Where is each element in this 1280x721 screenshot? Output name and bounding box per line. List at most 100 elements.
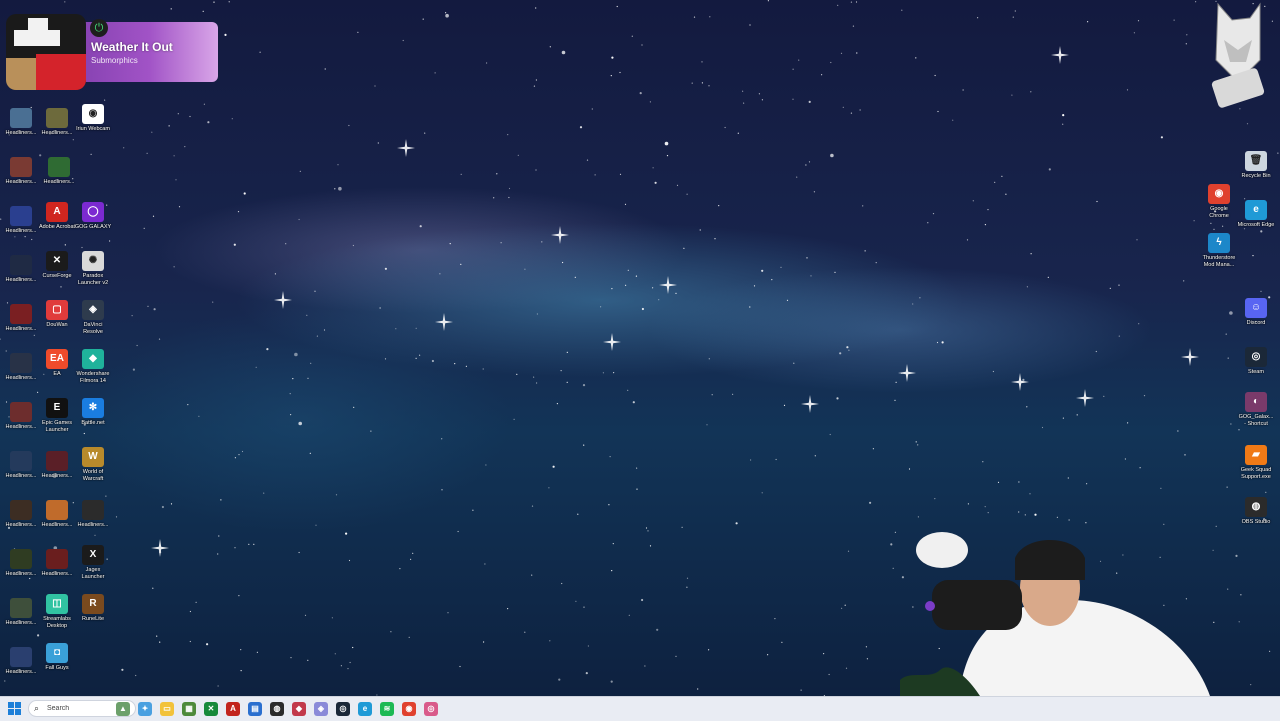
star (4, 680, 6, 682)
taskbar-spotify-icon[interactable]: ≋ (380, 702, 394, 716)
taskbar-widget-icon[interactable]: ▲ (116, 702, 130, 716)
desktop-icon-epic-games[interactable]: E Epic Games Launcher (38, 398, 76, 434)
desktop-icon-headliners-8[interactable]: Headliners... (2, 353, 40, 382)
taskbar-chrome-icon[interactable]: ◉ (402, 702, 416, 716)
desktop-icon-headliners-12[interactable]: Headliners... (2, 500, 40, 529)
desktop-icon-headliners-17[interactable]: Headliners... (2, 598, 40, 627)
desktop-icon-headliners-3[interactable]: Headliners... (2, 157, 40, 186)
star (217, 553, 219, 555)
star (753, 285, 756, 287)
search-input[interactable] (47, 702, 107, 715)
desktop-icon-label: World of Warcraft (82, 469, 104, 482)
desktop-icon-curseforge[interactable]: ✕ CurseForge (38, 251, 76, 280)
desktop-icon-headliners-4[interactable]: Headliners... (40, 157, 78, 186)
star (115, 516, 118, 518)
star (808, 100, 811, 103)
discord-icon: ☺ (1245, 298, 1267, 318)
taskbar-minecraft-icon[interactable]: ▦ (182, 702, 196, 716)
stream-logo-icon (1211, 2, 1265, 108)
star (146, 152, 148, 154)
star (709, 16, 711, 18)
star (1005, 193, 1007, 195)
desktop-icon-label: Iriun Webcam (76, 126, 110, 132)
star (814, 455, 816, 457)
star (549, 640, 551, 642)
desktop-icon-gog-galaxy-shortcut[interactable]: ◐ GOG_Galax... - Shortcut (1237, 392, 1275, 428)
desktop-icon-douwan[interactable]: ▢ DouWan (38, 300, 76, 329)
desktop-icon-headliners-6[interactable]: Headliners... (2, 255, 40, 284)
google-chrome-icon: ◉ (1208, 184, 1230, 204)
desktop-icon-steam[interactable]: ◎ Steam (1237, 347, 1275, 376)
star (309, 452, 311, 454)
desktop-icon-recycle-bin[interactable]: 🗑 Recycle Bin (1237, 151, 1275, 180)
star (579, 126, 583, 129)
taskbar-acrobat-icon[interactable]: A (226, 702, 240, 716)
desktop-icon-fall-guys[interactable]: ◘ Fall Guys (38, 643, 76, 672)
star (1173, 19, 1175, 21)
start-button[interactable] (8, 702, 22, 716)
star (735, 522, 738, 525)
star (686, 577, 689, 579)
desktop-icon-battle-net[interactable]: ✻ Battle.net (74, 398, 112, 427)
desktop-icon-thunderstore[interactable]: ϟ Thunderstore Mod Mana... (1200, 233, 1238, 269)
taskbar-file-explorer-icon[interactable]: ▭ (160, 702, 174, 716)
star (841, 607, 843, 609)
taskbar-edge-icon[interactable]: e (358, 702, 372, 716)
desktop-icon-headliners-2[interactable]: Headliners... (38, 108, 76, 137)
desktop-icon-runelite[interactable]: R RuneLite (74, 594, 112, 623)
star (934, 498, 936, 500)
headliners-15-icon (10, 549, 32, 569)
desktop-icon-headliners-16[interactable]: Headliners... (38, 549, 76, 578)
star (159, 641, 161, 643)
desktop-icon-google-chrome[interactable]: ◉ Google Chrome (1200, 184, 1238, 220)
desktop-icon-geek-squad[interactable]: ▰ Geek Squad Support.exe (1237, 445, 1275, 481)
star (357, 31, 359, 33)
taskbar-xbox-icon[interactable]: ✕ (204, 702, 218, 716)
star (1062, 417, 1064, 419)
star (379, 307, 381, 309)
taskbar-obs-icon[interactable]: ◍ (270, 702, 284, 716)
desktop-icon-label: Google Chrome (1209, 206, 1229, 219)
desktop-icon-label: Headliners... (5, 669, 37, 675)
desktop-icon-davinci-resolve[interactable]: ◈ DaVinci Resolve (74, 300, 112, 336)
desktop-icon-ea[interactable]: EA EA (38, 349, 76, 378)
star (652, 287, 654, 289)
star (808, 161, 811, 163)
desktop-icon-headliners-11[interactable]: Headliners... (38, 451, 76, 480)
desktop-icon-headliners-7[interactable]: Headliners... (2, 304, 40, 333)
desktop-icon-inlun-webcam[interactable]: ◉ Iriun Webcam (74, 104, 112, 133)
desktop-icon-adobe-acrobat[interactable]: A Adobe Acrobat (38, 202, 76, 231)
desktop-icon-headliners-14[interactable]: Headliners... (74, 500, 112, 529)
taskbar-app-blue-icon[interactable]: ▤ (248, 702, 262, 716)
desktop-icon-label: Headliners... (77, 522, 109, 528)
wondershare-filmora-icon: ◆ (82, 349, 104, 369)
desktop-icon-headliners-18[interactable]: Headliners... (2, 647, 40, 676)
power-icon[interactable]: ⏻ (90, 19, 108, 37)
star (419, 354, 421, 356)
taskbar-app-redblue-icon[interactable]: ◆ (292, 702, 306, 716)
taskbar-copilot-icon[interactable]: ✦ (138, 702, 152, 716)
star (750, 459, 752, 461)
desktop-icon-world-of-warcraft[interactable]: W World of Warcraft (74, 447, 112, 483)
desktop-icon-headliners-5[interactable]: Headliners... (2, 206, 40, 235)
star (408, 636, 410, 639)
star (1160, 487, 1162, 489)
desktop-icon-obs-studio[interactable]: ◍ OBS Studio (1237, 497, 1275, 526)
desktop-icon-microsoft-edge[interactable]: e Microsoft Edge (1237, 200, 1275, 229)
desktop-icon-discord[interactable]: ☺ Discord (1237, 298, 1275, 327)
star (1252, 255, 1254, 257)
desktop-icon-headliners-9[interactable]: Headliners... (2, 402, 40, 431)
desktop-icon-paradox-launcher[interactable]: ✺ Paradox Launcher v2 (74, 251, 112, 287)
desktop-icon-headliners-1[interactable]: Headliners... (2, 108, 40, 137)
desktop-icon-headliners-15[interactable]: Headliners... (2, 549, 40, 578)
taskbar-app-last-icon[interactable]: ◎ (424, 702, 438, 716)
taskbar-app-purple-icon[interactable]: ◈ (314, 702, 328, 716)
desktop-icon-wondershare-filmora[interactable]: ◆ Wondershare Filmora 14 (74, 349, 112, 385)
star (508, 187, 511, 190)
desktop-icon-headliners-10[interactable]: Headliners... (2, 451, 40, 480)
desktop-icon-streamlabs-desktop[interactable]: ◫ Streamlabs Desktop (38, 594, 76, 630)
desktop-icon-gog-galaxy[interactable]: ◯ GOG GALAXY (74, 202, 112, 231)
desktop-icon-headliners-13[interactable]: Headliners... (38, 500, 76, 529)
taskbar-steam-icon[interactable]: ◎ (336, 702, 350, 716)
desktop-icon-jagex-launcher[interactable]: X Jagex Launcher (74, 545, 112, 581)
